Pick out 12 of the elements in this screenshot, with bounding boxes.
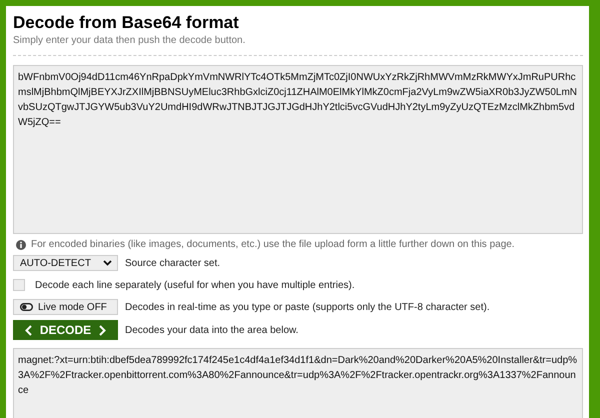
decode-button[interactable]: DECODE xyxy=(13,320,118,340)
info-text: For encoded binaries (like images, documents, etc.) use the file upload form a little further down on this page. xyxy=(31,239,515,250)
page-title: Decode from Base64 format xyxy=(13,12,240,34)
output-textarea[interactable]: magnet:?xt=urn:btih:dbef5dea789992fc174f245e1c4df4a1ef34d1f1&dn=Dark%20and%20Darker%20A5%20Installer&tr=udp%3A%2F%2Ftracker.openbittorrent.com%3A80%2Fannounce&tr=udp%3A%2F%2Ftracker.opentrackr.org%3A1337%2Fannounce xyxy=(13,348,583,418)
input-textarea[interactable]: bWFnbmV0Oj94dD11cm46YnRpaDpkYmVmNWRlYTc4OTk5MmZjMTc0ZjI0NWUxYzRkZjRhMWVmMzRkMWYxJmRuPURhcmslMjBhbmQlMjBEYXJrZXIlMjBBNSUyMEluc3RhbGxlciZ0cj11ZHAlM0ElMkYlMkZ0cmFja2VyLm9wZW5iaXR0b3JyZW50LmNvbSUzQTgwJTJGYW5ub3VuY2UmdHI9dWRwJTNBJTJGJTJGdHJhY2tlci5vcGVudHJhY2tyLm9yZyUzQTEzMzclMkZhbm5vdW5jZQ== xyxy=(13,65,583,234)
charset-select[interactable]: AUTO-DETECT xyxy=(13,255,118,271)
charset-label: Source character set. xyxy=(125,258,220,268)
live-mode-description: Decodes in real-time as you type or paste (supports only the UTF-8 character set). xyxy=(125,302,490,312)
live-mode-button[interactable]: Live mode OFF xyxy=(13,299,118,315)
checkbox-label: Decode each line separately (useful for when you have multiple entries). xyxy=(35,280,355,290)
decode-description: Decodes your data into the area below. xyxy=(125,324,298,336)
page-subtitle: Simply enter your data then push the decode button. xyxy=(13,35,246,46)
